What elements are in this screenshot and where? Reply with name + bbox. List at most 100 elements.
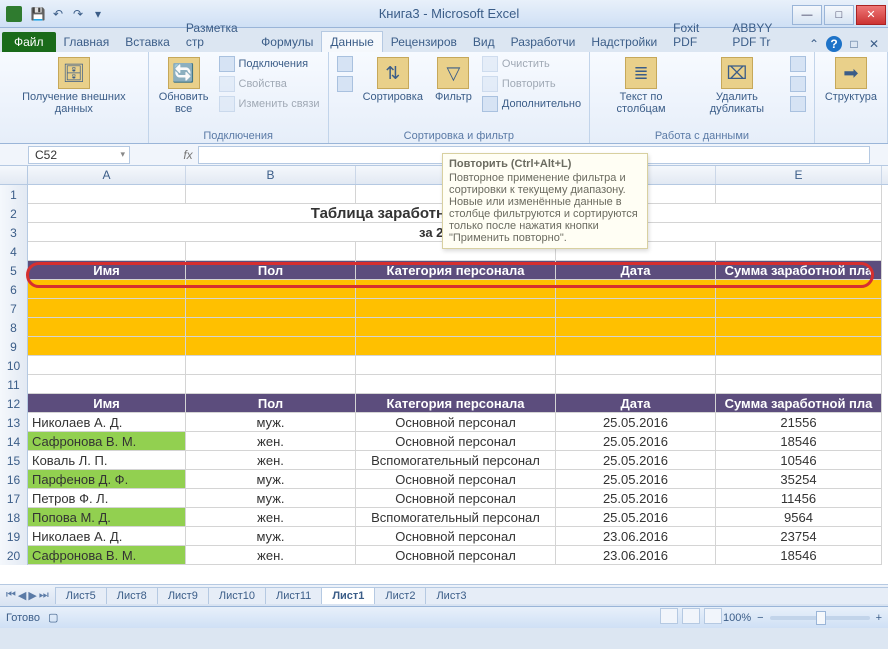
row-header[interactable]: 10 [0,356,28,375]
row-header[interactable]: 13 [0,413,28,432]
sheet-tab[interactable]: Лист8 [106,587,158,604]
tab-вставка[interactable]: Вставка [117,32,178,52]
horizontal-scrollbar[interactable] [476,587,888,604]
tab-надстройки[interactable]: Надстройки [583,32,665,52]
close-button[interactable]: ✕ [856,5,886,25]
row-header[interactable]: 15 [0,451,28,470]
cell[interactable]: Сумма заработной пла [716,394,882,413]
zoom-level[interactable]: 100% [723,612,751,624]
row-header[interactable]: 4 [0,242,28,261]
data-validation-button[interactable] [788,55,808,73]
window-restore-icon[interactable]: □ [846,36,862,52]
cell[interactable]: Вспомогательный персонал [356,451,556,470]
sheet-tab[interactable]: Лист2 [374,587,426,604]
cell[interactable] [716,185,882,204]
cell[interactable] [716,318,882,337]
cell[interactable] [186,280,356,299]
cell[interactable]: Сумма заработной пла [716,261,882,280]
cell[interactable]: 18546 [716,546,882,565]
row-header[interactable]: 1 [0,185,28,204]
zoom-in-button[interactable]: + [876,612,882,624]
sheet-tab[interactable]: Лист3 [425,587,477,604]
cell[interactable] [28,280,186,299]
first-sheet-icon[interactable]: ⏮ [6,589,16,602]
cell[interactable] [28,299,186,318]
cell[interactable]: Основной персонал [356,489,556,508]
cell[interactable]: муж. [186,470,356,489]
row-header[interactable]: 3 [0,223,28,242]
normal-view-button[interactable] [660,608,678,624]
cell[interactable]: жен. [186,451,356,470]
cell[interactable] [186,242,356,261]
last-sheet-icon[interactable]: ⏭ [39,589,49,602]
cell[interactable]: Петров Ф. Л. [28,489,186,508]
cell[interactable] [716,299,882,318]
cell[interactable]: Пол [186,261,356,280]
cell[interactable]: Дата [556,394,716,413]
cell[interactable]: Сафронова В. М. [28,546,186,565]
cell[interactable] [356,318,556,337]
row-header[interactable]: 8 [0,318,28,337]
select-all-corner[interactable] [0,166,28,184]
cell[interactable]: Пол [186,394,356,413]
cell[interactable] [556,318,716,337]
tab-рецензиров[interactable]: Рецензиров [383,32,465,52]
tab-abbyy pdf tr[interactable]: ABBYY PDF Tr [724,18,806,52]
sort-az-button[interactable] [335,55,355,73]
cell[interactable] [556,375,716,394]
file-tab[interactable]: Файл [2,32,56,52]
cell[interactable] [186,356,356,375]
cell[interactable]: 25.05.2016 [556,470,716,489]
tab-foxit pdf[interactable]: Foxit PDF [665,18,724,52]
cell[interactable] [186,337,356,356]
cell[interactable]: 23.06.2016 [556,527,716,546]
cell[interactable] [716,242,882,261]
cell[interactable] [556,356,716,375]
cell[interactable]: 9564 [716,508,882,527]
cell[interactable] [716,337,882,356]
row-header[interactable]: 9 [0,337,28,356]
cell[interactable]: Парфенов Д. Ф. [28,470,186,489]
cell[interactable] [186,375,356,394]
row-header[interactable]: 16 [0,470,28,489]
cell[interactable]: жен. [186,432,356,451]
connections-button[interactable]: Подключения [217,55,322,73]
cell[interactable]: Николаев А. Д. [28,527,186,546]
cell[interactable] [556,299,716,318]
cell[interactable]: 10546 [716,451,882,470]
name-box[interactable]: C52 [28,146,130,164]
cell[interactable]: Основной персонал [356,546,556,565]
cell[interactable]: 25.05.2016 [556,508,716,527]
zoom-slider[interactable] [770,616,870,620]
row-header[interactable]: 20 [0,546,28,565]
tab-главная[interactable]: Главная [56,32,118,52]
cell[interactable]: 25.05.2016 [556,451,716,470]
macro-record-icon[interactable]: ▢ [48,611,58,624]
cell[interactable]: муж. [186,489,356,508]
cell[interactable]: 23754 [716,527,882,546]
cell[interactable] [556,280,716,299]
maximize-button[interactable]: □ [824,5,854,25]
tab-разметка стр[interactable]: Разметка стр [178,18,253,52]
cell[interactable]: 25.05.2016 [556,489,716,508]
cell[interactable]: Дата [556,261,716,280]
cell[interactable] [556,337,716,356]
row-header[interactable]: 19 [0,527,28,546]
cell[interactable] [356,280,556,299]
cell[interactable]: Основной персонал [356,432,556,451]
row-header[interactable]: 5 [0,261,28,280]
page-layout-button[interactable] [682,608,700,624]
tab-разработчи[interactable]: Разработчи [503,32,584,52]
cell[interactable] [186,185,356,204]
cell[interactable] [356,375,556,394]
outline-button[interactable]: ➡ Структура [821,55,881,105]
cell[interactable]: 11456 [716,489,882,508]
cell[interactable] [28,242,186,261]
row-header[interactable]: 18 [0,508,28,527]
remove-duplicates-button[interactable]: ⌧ Удалить дубликаты [690,55,784,117]
cell[interactable] [28,185,186,204]
cell[interactable]: жен. [186,546,356,565]
sort-button[interactable]: ⇅ Сортировка [359,55,427,105]
cell[interactable] [28,375,186,394]
consolidate-button[interactable] [788,75,808,93]
